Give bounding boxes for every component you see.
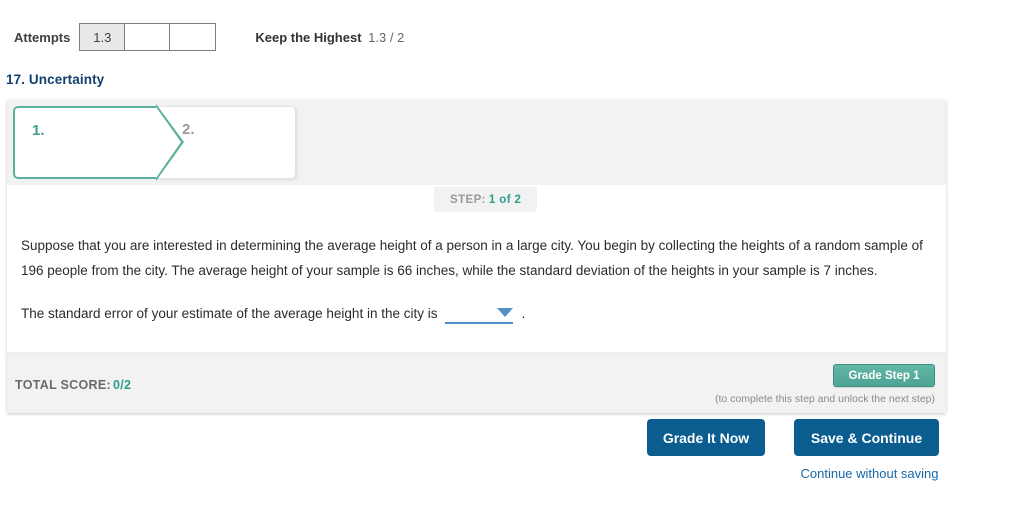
tabs: 1. 2. — [13, 104, 296, 181]
step-row: STEP: 1 of 2 — [7, 185, 946, 225]
tab-step-1[interactable]: 1. — [13, 106, 158, 179]
standard-error-dropdown[interactable] — [445, 303, 514, 324]
question-prompt-suffix: . — [521, 306, 526, 321]
save-and-continue-button[interactable]: Save & Continue — [794, 419, 939, 456]
continue-without-saving-link[interactable]: Continue without saving — [794, 466, 945, 481]
attempts-label: Attempts — [14, 29, 71, 45]
question-paragraph: Suppose that you are interested in deter… — [21, 238, 923, 278]
chevron-down-icon — [497, 307, 514, 317]
tab-strip: 1. 2. — [7, 100, 946, 185]
tab-arrow-inner-icon — [156, 107, 181, 178]
question-prompt: The standard error of your estimate of t… — [21, 301, 932, 326]
attempts-bar: Attempts 1.3 Keep the Highest 1.3 / 2 — [0, 22, 404, 52]
question-panel: 1. 2. STEP: 1 of 2 Suppose that you are i… — [7, 100, 946, 413]
panel-footer: TOTAL SCORE: 0/2 Grade Step 1 (to complet… — [7, 352, 946, 413]
attempt-box-2 — [125, 24, 171, 50]
step-indicator: STEP: 1 of 2 — [434, 187, 538, 212]
grade-step-hint: (to complete this step and unlock the ne… — [714, 393, 935, 405]
attempts-boxes: 1.3 — [79, 23, 217, 51]
total-score: TOTAL SCORE: 0/2 — [15, 378, 131, 392]
total-score-label: TOTAL SCORE: — [15, 378, 111, 392]
keep-highest-label: Keep the Highest — [255, 29, 362, 45]
page-title: 17. Uncertainty — [6, 72, 105, 87]
bottom-actions: Grade It Now Save & Continue Continue wi… — [0, 419, 1026, 499]
keep-highest: Keep the Highest 1.3 / 2 — [255, 30, 404, 45]
grade-it-now-button[interactable]: Grade It Now — [647, 419, 765, 456]
question-body: Suppose that you are interested in deter… — [7, 225, 946, 352]
grade-step-button[interactable]: Grade Step 1 — [833, 364, 935, 387]
total-score-value: 0/2 — [112, 378, 132, 392]
keep-highest-value: 1.3 / 2 — [368, 29, 405, 45]
step-indicator-value: 1 of 2 — [488, 194, 522, 206]
tab-step-1-label: 1. — [32, 122, 45, 139]
step-indicator-label: STEP: — [450, 194, 486, 206]
question-prompt-text: The standard error of your estimate of t… — [21, 306, 438, 321]
attempt-box-3 — [170, 24, 216, 50]
attempt-box-1: 1.3 — [80, 24, 126, 50]
